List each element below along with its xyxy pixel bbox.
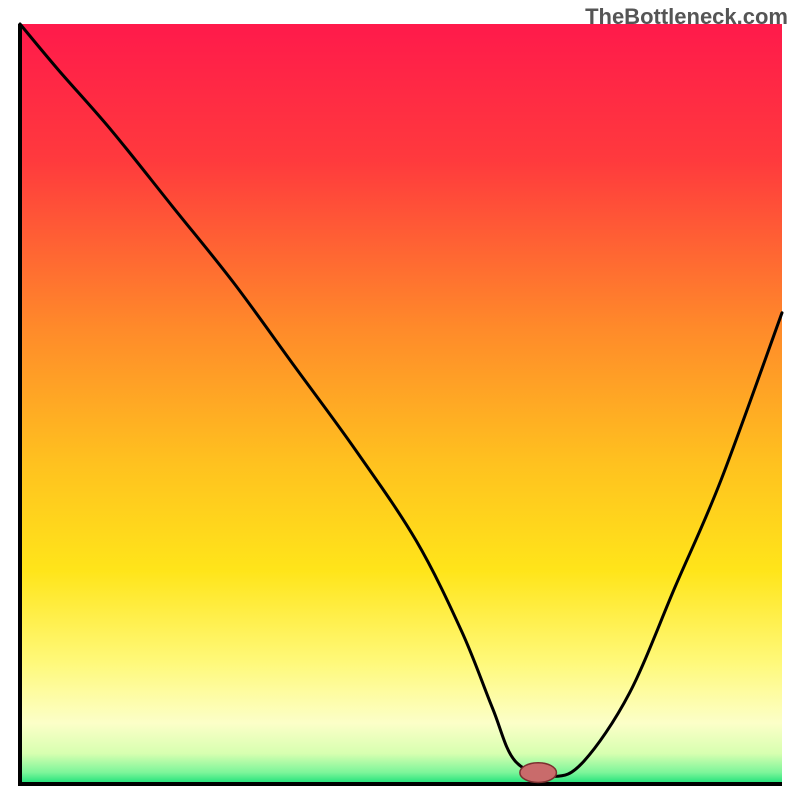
plot-background: [20, 24, 782, 784]
optimal-point-marker: [520, 763, 557, 783]
watermark-text: TheBottleneck.com: [585, 4, 788, 30]
chart-svg: [0, 0, 800, 800]
bottleneck-chart: TheBottleneck.com: [0, 0, 800, 800]
